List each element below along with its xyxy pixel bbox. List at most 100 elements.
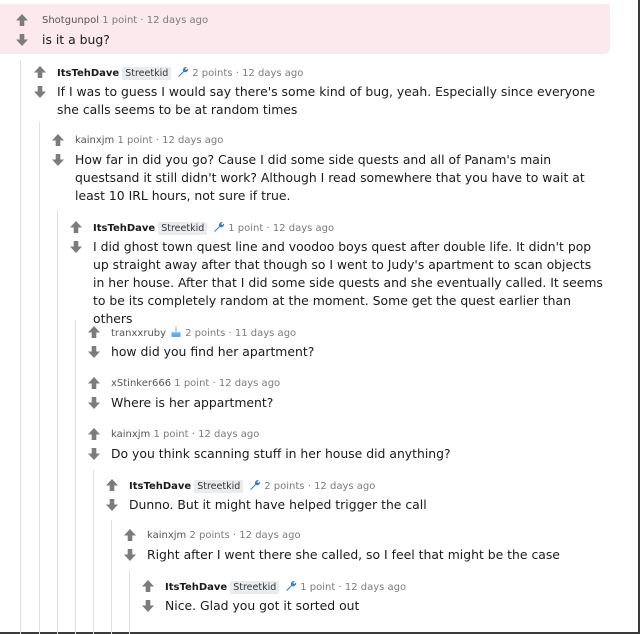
arrow-up-glyph: [34, 66, 46, 78]
cake-icon: [170, 326, 182, 338]
arrow-down-icon: [87, 447, 101, 461]
downvote-button[interactable]: [123, 548, 137, 562]
username[interactable]: kainxjm: [111, 429, 150, 440]
score: 2 points: [192, 68, 233, 79]
timestamp[interactable]: 12 days ago: [345, 582, 406, 593]
comment-meta: kainxjm 1 point · 12 days ago: [111, 428, 259, 442]
arrow-up-glyph: [52, 134, 64, 146]
username[interactable]: ItsTehDave: [129, 481, 191, 492]
upvote-button[interactable]: [141, 579, 155, 593]
arrow-up-icon: [87, 325, 101, 339]
score: 1 point: [102, 15, 138, 26]
downvote-button[interactable]: [15, 33, 29, 47]
comment-body: Where is her appartment?: [111, 395, 274, 410]
separator: ·: [304, 481, 315, 492]
arrow-up-icon: [69, 220, 83, 234]
comment-body: Dunno. But it might have helped trigger …: [129, 497, 427, 512]
downvote-button[interactable]: [87, 447, 101, 461]
arrow-up-glyph: [70, 221, 82, 233]
user-flair: Streetkid: [122, 67, 172, 80]
user-flair: Streetkid: [230, 581, 280, 594]
arrow-down-icon: [87, 345, 101, 359]
upvote-button[interactable]: [87, 376, 101, 390]
arrow-up-glyph: [88, 326, 100, 338]
arrow-up-icon: [33, 65, 47, 79]
arrow-up-icon: [87, 427, 101, 441]
username[interactable]: xStinker666: [111, 378, 171, 389]
user-flair: Streetkid: [194, 480, 244, 493]
arrow-down-glyph: [52, 154, 64, 166]
arrow-down-icon: [141, 599, 155, 613]
arrow-up-icon: [51, 133, 65, 147]
upvote-button[interactable]: [87, 325, 101, 339]
arrow-up-glyph: [88, 428, 100, 440]
thread-line: [129, 570, 130, 634]
downvote-button[interactable]: [87, 396, 101, 410]
separator: ·: [232, 68, 243, 79]
timestamp[interactable]: 12 days ago: [242, 68, 303, 79]
username[interactable]: kainxjm: [75, 135, 114, 146]
arrow-down-glyph: [88, 397, 100, 409]
wrench-icon: [213, 221, 225, 233]
comment-body: Do you think scanning stuff in her house…: [111, 446, 451, 461]
comment-meta: ItsTehDave Streetkid 1 point · 12 days ago: [93, 221, 334, 236]
comment-meta: ItsTehDave Streetkid 2 points · 12 days ag…: [129, 479, 375, 494]
comment-meta: xStinker666 1 point · 12 days ago: [111, 377, 280, 391]
timestamp[interactable]: 12 days ago: [273, 223, 334, 234]
arrow-down-glyph: [124, 549, 136, 561]
username[interactable]: Shotgunpol: [42, 15, 99, 26]
timestamp[interactable]: 12 days ago: [314, 481, 375, 492]
timestamp[interactable]: 12 days ago: [147, 15, 208, 26]
arrow-down-glyph: [34, 86, 46, 98]
arrow-down-glyph: [70, 241, 82, 253]
arrow-down-icon: [51, 153, 65, 167]
timestamp[interactable]: 12 days ago: [239, 530, 300, 541]
upvote-button[interactable]: [105, 478, 119, 492]
downvote-button[interactable]: [141, 599, 155, 613]
arrow-up-glyph: [16, 14, 28, 26]
username[interactable]: ItsTehDave: [57, 68, 119, 79]
comment-body: is it a bug?: [42, 32, 110, 47]
arrow-down-glyph: [88, 346, 100, 358]
timestamp[interactable]: 12 days ago: [198, 429, 259, 440]
upvote-button[interactable]: [87, 427, 101, 441]
username[interactable]: ItsTehDave: [93, 223, 155, 234]
thread-line: [57, 210, 58, 634]
score: 2 points: [264, 481, 305, 492]
score: 2 points: [189, 530, 230, 541]
downvote-button[interactable]: [51, 153, 65, 167]
username[interactable]: tranxxruby: [111, 328, 166, 339]
separator: ·: [335, 582, 345, 593]
arrow-down-icon: [123, 548, 137, 562]
downvote-button[interactable]: [33, 85, 47, 99]
timestamp[interactable]: 12 days ago: [162, 135, 223, 146]
upvote-button[interactable]: [33, 65, 47, 79]
upvote-button[interactable]: [51, 133, 65, 147]
arrow-up-glyph: [124, 529, 136, 541]
separator: ·: [188, 429, 199, 440]
downvote-button[interactable]: [69, 240, 83, 254]
arrow-down-icon: [87, 396, 101, 410]
downvote-button[interactable]: [87, 345, 101, 359]
arrow-down-icon: [15, 33, 29, 47]
comment-meta: kainxjm 2 points · 12 days ago: [147, 529, 301, 543]
wrench-icon: [285, 580, 297, 592]
thread-line: [93, 470, 94, 634]
username[interactable]: kainxjm: [147, 530, 186, 541]
arrow-up-icon: [123, 528, 137, 542]
username[interactable]: ItsTehDave: [165, 582, 227, 593]
timestamp[interactable]: 11 days ago: [235, 328, 296, 339]
arrow-down-glyph: [16, 34, 28, 46]
comment-meta: tranxxruby 2 points · 11 days ago: [111, 326, 296, 341]
downvote-button[interactable]: [105, 498, 119, 512]
arrow-up-icon: [87, 376, 101, 390]
arrow-up-glyph: [106, 479, 118, 491]
arrow-up-icon: [15, 13, 29, 27]
timestamp[interactable]: 12 days ago: [219, 378, 280, 389]
upvote-button[interactable]: [15, 13, 29, 27]
score: 1 point: [174, 378, 210, 389]
arrow-down-icon: [69, 240, 83, 254]
upvote-button[interactable]: [69, 220, 83, 234]
comment-body: I did ghost town quest line and voodoo b…: [93, 239, 603, 326]
upvote-button[interactable]: [123, 528, 137, 542]
